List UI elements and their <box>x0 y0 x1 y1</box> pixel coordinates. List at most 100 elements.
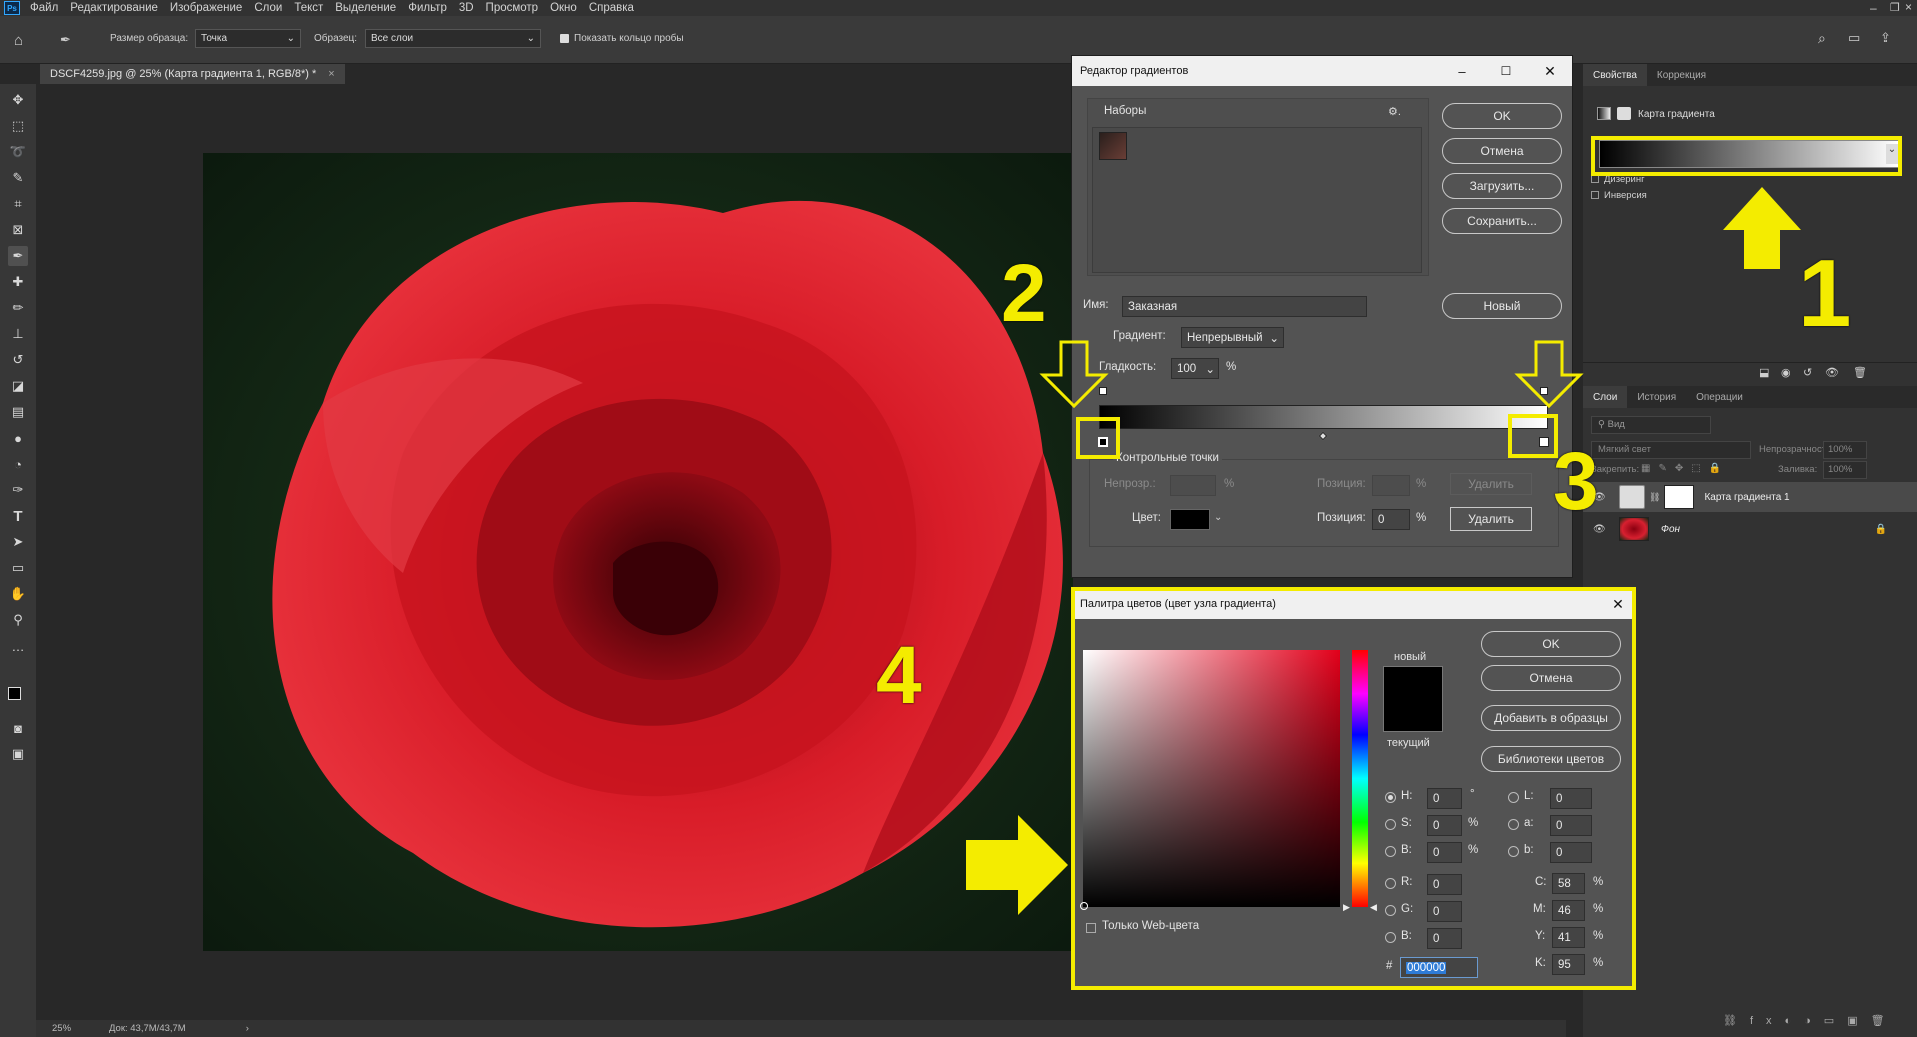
document-title: DSCF4259.jpg @ 25% (Карта градиента 1, R… <box>50 68 317 80</box>
home-icon[interactable]: ⌂ <box>14 32 23 49</box>
delete-color-stop-button[interactable]: Удалить <box>1450 507 1532 531</box>
quick-select-tool-icon[interactable]: ✎ <box>8 168 28 188</box>
cancel-button[interactable]: Отмена <box>1442 138 1562 164</box>
trash-icon[interactable]: 🗑 <box>1853 366 1867 379</box>
tab-properties[interactable]: Свойства <box>1583 64 1647 86</box>
more-tools-icon[interactable]: … <box>8 636 28 656</box>
move-tool-icon[interactable]: ✥ <box>8 90 28 110</box>
pen-tool-icon[interactable]: ✑ <box>8 480 28 500</box>
stamp-tool-icon[interactable]: ⊥ <box>8 324 28 344</box>
tools-panel: ✥ ⬚ ➰ ✎ ⌗ ⊠ ✒ ✚ ✏ ⊥ ↺ ◪ ▤ ● ◔ ✑ T ➤ ▭ ✋ … <box>0 84 36 1037</box>
ok-button[interactable]: OK <box>1442 103 1562 129</box>
view-previous-icon[interactable]: ◉ <box>1781 366 1791 379</box>
dodge-tool-icon[interactable]: ◔ <box>8 454 28 474</box>
menu-window[interactable]: Окно <box>550 2 577 14</box>
menu-view[interactable]: Просмотр <box>486 2 539 14</box>
rectangle-tool-icon[interactable]: ▭ <box>8 558 28 578</box>
save-button[interactable]: Сохранить... <box>1442 208 1562 234</box>
tab-layers[interactable]: Слои <box>1583 386 1628 408</box>
link-icon[interactable]: ⛓ <box>1649 492 1660 503</box>
document-tab[interactable]: DSCF4259.jpg @ 25% (Карта градиента 1, R… <box>40 64 345 84</box>
blur-tool-icon[interactable]: ● <box>8 428 28 448</box>
search-icon[interactable]: ⌕ <box>1818 30 1826 47</box>
zoom-level[interactable]: 25% <box>52 1023 71 1034</box>
sample-size-select[interactable]: Точка ⌄ <box>195 29 301 48</box>
name-input[interactable]: Заказная <box>1122 296 1367 317</box>
new-button[interactable]: Новый <box>1442 293 1562 319</box>
midpoint-diamond[interactable] <box>1318 431 1328 441</box>
maximize-icon[interactable]: ❐ <box>1890 1 1900 14</box>
minimize-icon[interactable]: – <box>1440 64 1484 79</box>
layer-mask-thumbnail[interactable] <box>1664 485 1695 509</box>
quick-mask-icon[interactable]: ◙ <box>8 718 28 738</box>
tab-actions[interactable]: Операции <box>1686 386 1753 408</box>
frame-tool-icon[interactable]: ⊠ <box>8 220 28 240</box>
maximize-icon[interactable]: ☐ <box>1484 64 1528 78</box>
layer-row[interactable]: 👁 Фон 🔒 <box>1583 514 1917 544</box>
brush-tool-icon[interactable]: ✏ <box>8 298 28 318</box>
menu-file[interactable]: Файл <box>30 2 58 14</box>
tab-adjustments[interactable]: Коррекция <box>1647 64 1716 86</box>
color-position-input[interactable]: 0 <box>1372 509 1410 530</box>
layer-filter-select[interactable]: ⚲ Вид <box>1591 416 1711 434</box>
visibility-icon[interactable]: 👁 <box>1825 366 1839 379</box>
foreground-color-swatch[interactable] <box>8 687 21 700</box>
load-button[interactable]: Загрузить... <box>1442 173 1562 199</box>
crop-tool-icon[interactable]: ⌗ <box>8 194 28 214</box>
fill-field[interactable]: 100% <box>1823 461 1867 479</box>
background-layer-thumbnail <box>1619 517 1649 541</box>
gear-icon[interactable]: ⚙. <box>1388 105 1401 118</box>
opacity-position-input <box>1372 475 1410 496</box>
clip-icon[interactable]: ⬓ <box>1759 366 1769 379</box>
close-icon[interactable]: ✕ <box>1528 63 1572 80</box>
marquee-tool-icon[interactable]: ⬚ <box>8 116 28 136</box>
tab-history[interactable]: История <box>1627 386 1686 408</box>
panel-divider <box>1583 362 1917 363</box>
history-brush-tool-icon[interactable]: ↺ <box>8 350 28 370</box>
sample-select[interactable]: Все слои ⌄ <box>365 29 541 48</box>
eraser-tool-icon[interactable]: ◪ <box>8 376 28 396</box>
chevron-down-icon[interactable]: ⌄ <box>1214 512 1222 523</box>
lock-icons[interactable]: ▦✎✥⬚🔒 <box>1641 463 1729 474</box>
healing-brush-tool-icon[interactable]: ✚ <box>8 272 28 292</box>
gradient-tool-icon[interactable]: ▤ <box>8 402 28 422</box>
layer-name[interactable]: Карта градиента 1 <box>1704 492 1789 503</box>
hand-tool-icon[interactable]: ✋ <box>8 584 28 604</box>
gradient-type-select[interactable]: Непрерывный ⌄ <box>1181 327 1284 348</box>
smoothness-input[interactable]: 100 ⌄ <box>1171 358 1219 379</box>
opacity-field[interactable]: 100% <box>1823 441 1867 459</box>
eyedropper-tool-icon[interactable]: ✒ <box>8 246 28 266</box>
workspace-icon[interactable]: ▭ <box>1848 30 1860 46</box>
lasso-tool-icon[interactable]: ➰ <box>8 142 28 162</box>
zoom-tool-icon[interactable]: ⚲ <box>8 610 28 630</box>
screen-mode-icon[interactable]: ▣ <box>8 744 28 764</box>
mask-icon[interactable] <box>1617 107 1631 120</box>
eyedropper-tool-icon[interactable]: ✒ <box>60 32 71 48</box>
dither-checkbox[interactable] <box>1591 175 1599 183</box>
menu-edit[interactable]: Редактирование <box>70 2 158 14</box>
close-tab-icon[interactable]: × <box>328 68 334 80</box>
menu-help[interactable]: Справка <box>589 2 634 14</box>
menu-layers[interactable]: Слои <box>254 2 282 14</box>
invert-checkbox[interactable] <box>1591 191 1599 199</box>
menu-select[interactable]: Выделение <box>335 2 396 14</box>
gradient-bar[interactable] <box>1099 405 1548 429</box>
layer-actions-icons[interactable]: ⛓fx◐◑▭▣🗑 <box>1723 1014 1898 1027</box>
menu-3d[interactable]: 3D <box>459 2 474 14</box>
layer-row[interactable]: 👁 ⛓ Карта градиента 1 <box>1583 482 1917 512</box>
close-icon[interactable]: × <box>1905 0 1912 14</box>
blend-mode-select[interactable]: Мягкий свет <box>1591 441 1751 459</box>
menu-filter[interactable]: Фильтр <box>408 2 447 14</box>
layer-name[interactable]: Фон <box>1661 524 1680 535</box>
path-select-tool-icon[interactable]: ➤ <box>8 532 28 552</box>
preset-swatch[interactable] <box>1099 132 1127 160</box>
menu-image[interactable]: Изображение <box>170 2 242 14</box>
show-ring-checkbox[interactable] <box>560 34 569 43</box>
menu-text[interactable]: Текст <box>294 2 323 14</box>
status-arrow-icon[interactable]: › <box>246 1023 249 1034</box>
minimize-icon[interactable]: – <box>1870 1 1877 15</box>
reset-icon[interactable]: ↺ <box>1803 366 1812 379</box>
share-icon[interactable]: ⇪ <box>1880 30 1891 46</box>
type-tool-icon[interactable]: T <box>8 506 28 526</box>
stop-color-swatch[interactable] <box>1170 509 1210 530</box>
